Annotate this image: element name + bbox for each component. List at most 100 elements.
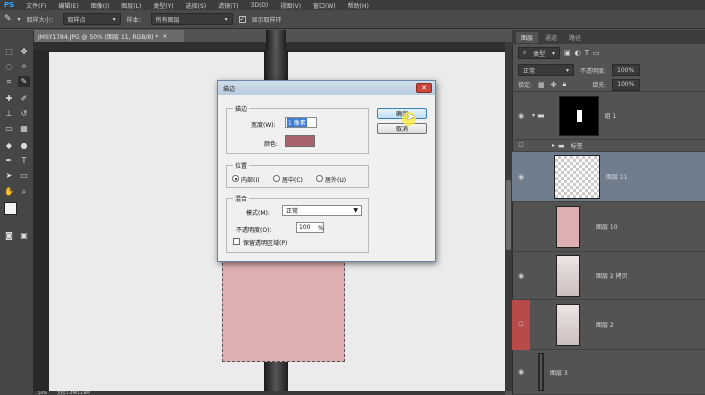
close-icon[interactable]: × [162,33,167,40]
sample-size-dropdown[interactable]: 取样点 ▾ [62,13,121,25]
canvas-scrollbar-thumb[interactable] [506,180,511,250]
layer-row-2[interactable]: ☐ 图层 2 [512,299,705,350]
panel-opacity-input[interactable]: 100% [612,64,641,76]
eyedropper-tool-icon[interactable]: ✎ [4,14,12,24]
tool-preset-chevron-icon[interactable]: ▾ [18,16,21,23]
visibility-eye-icon[interactable]: ◉ [512,368,530,376]
dialog-titlebar[interactable]: 描边 [218,81,435,95]
brush-tool-icon[interactable]: ✐ [18,93,30,104]
hand-tool-icon[interactable]: ✋ [3,186,15,197]
visibility-box-red[interactable]: ☐ [512,299,530,350]
crop-tool-icon[interactable]: ⌗ [3,76,15,87]
blend-mode-row: 正常 ▾ 不透明度: 100% [512,62,705,78]
filter-shape-icon[interactable]: ▭ [593,49,600,57]
layer-row-label-group[interactable]: ☐ ▸ ▬ 标签 [512,140,705,152]
type-tool-icon[interactable]: T [18,155,30,166]
blend-mode-dropdown[interactable]: 正常 ▾ [518,64,574,76]
healing-brush-icon[interactable]: ✚ [3,93,15,104]
sample-dropdown[interactable]: 所有图层 ▾ [150,13,233,25]
layer-name: 标签 [570,143,583,150]
show-ring-checkbox[interactable]: ✓ [238,15,246,23]
visibility-eye-icon[interactable]: ◉ [512,173,530,181]
lock-all-icon[interactable]: 🔒︎ [563,80,567,89]
mode-select[interactable]: 正常 ▼ [282,205,362,216]
magic-wand-icon[interactable]: ✧ [18,61,30,72]
path-select-icon[interactable]: ➤ [3,170,15,181]
eyedropper-icon[interactable]: ✎ [18,76,30,87]
position-outside-radio[interactable] [316,175,323,182]
opacity-unit: % [318,225,324,232]
width-input[interactable]: 1 像素 [285,117,317,128]
menu-select[interactable]: 选择(S) [180,1,213,10]
lock-pixels-icon[interactable]: ▦ [538,81,545,89]
layer-thumbnail [538,353,544,391]
group-expand-chevron-icon[interactable]: ▾ [532,112,535,119]
pen-tool-icon[interactable]: ✒ [3,155,15,166]
show-ring-label: 显示取样环 [251,16,282,24]
stroke-color-swatch[interactable] [285,135,315,147]
menu-layer[interactable]: 图层(L) [115,1,147,10]
position-center-radio[interactable] [273,175,280,182]
eraser-tool-icon[interactable]: ▭ [3,123,15,134]
chevron-down-icon: ▾ [551,49,555,57]
tab-paths[interactable]: 路径 [564,32,586,43]
fill-input[interactable]: 100% [612,78,641,91]
width-value: 1 像素 [287,118,307,127]
stroke-group: 描边 [226,104,369,154]
group-collapse-chevron-icon[interactable]: ▸ [552,142,555,149]
zoom-tool-icon[interactable]: ⌕ [18,186,30,197]
filter-pixel-icon[interactable]: ▣ [564,49,571,57]
move-tool-icon[interactable]: ✥ [18,46,30,57]
tab-channels[interactable]: 通道 [540,32,562,43]
shape-tool-icon[interactable]: ▭ [18,170,30,181]
filter-adjust-icon[interactable]: ◐ [575,49,581,57]
layer-row-2-copy[interactable]: ◉ 图层 2 拷贝 [512,252,705,300]
layer-row-10[interactable]: 图层 10 [512,202,705,252]
close-icon[interactable]: ✕ [416,83,432,93]
tab-layers[interactable]: 图层 [516,31,539,43]
lasso-tool-icon[interactable]: ◌ [3,61,15,72]
menu-edit[interactable]: 编辑(E) [52,1,84,10]
visibility-eye-icon[interactable]: ◉ [512,272,530,280]
layer-row-3[interactable]: ◉ 图层 3 [512,350,705,395]
menu-image[interactable]: 图像(I) [85,1,115,10]
layer-name: 图层 10 [596,224,618,231]
menu-window[interactable]: 窗口(W) [307,1,342,10]
menu-3d[interactable]: 3D(D) [245,2,275,9]
foreground-color-swatch[interactable] [4,202,17,215]
visibility-box[interactable]: ☐ [512,142,530,149]
layer-name: 图层 11 [606,174,628,181]
dodge-tool-icon[interactable]: ● [18,140,30,151]
menu-filter[interactable]: 滤镜(T) [212,1,244,10]
chevron-down-icon: ▾ [224,15,228,23]
document-tab[interactable]: JMSY1784.JPG @ 50% (图层 11, RGB/8) * × [34,30,184,42]
clone-stamp-icon[interactable]: ⊥ [3,108,15,119]
marquee-tool-icon[interactable]: ⬚ [3,46,15,57]
lock-position-icon[interactable]: ✥ [551,81,557,89]
opacity-label: 不透明度(O): [236,227,272,234]
layer-name: 图层 2 [596,322,614,329]
preserve-transparency-checkbox[interactable] [233,238,240,245]
visibility-eye-icon[interactable]: ◉ [512,112,530,120]
position-inside-radio[interactable] [232,175,239,182]
gradient-tool-icon[interactable]: ▦ [18,123,30,134]
chevron-down-icon: ▾ [112,15,116,23]
blur-tool-icon[interactable]: ◆ [3,140,15,151]
panel-opacity-label: 不透明度: [580,67,607,75]
quick-mask-icon[interactable]: ◙ [3,230,15,241]
lock-row: 锁定: ▦ ✥ 🔒︎ 填充: 100% [512,78,705,92]
history-brush-icon[interactable]: ↺ [18,108,30,119]
filter-type-icon[interactable]: T [585,49,589,57]
cancel-button[interactable]: 取消 [377,123,427,134]
screen-mode-icon[interactable]: ▣ [18,230,30,241]
layer-thumbnail [556,254,580,297]
selection-rectangle[interactable] [222,258,345,362]
menu-type[interactable]: 类型(Y) [147,1,179,10]
position-outside-label: 居外(U) [325,177,347,184]
layer-row-11[interactable]: ◉ 图层 11 [512,152,705,202]
menu-help[interactable]: 帮助(H) [342,1,375,10]
layer-row-group1[interactable]: ◉ ▾ ▬ 组 1 [512,92,705,140]
menu-view[interactable]: 视图(V) [274,1,307,10]
menu-file[interactable]: 文件(F) [20,1,52,10]
layer-filter-dropdown[interactable]: ⌕ 类型 ▾ [518,47,560,59]
